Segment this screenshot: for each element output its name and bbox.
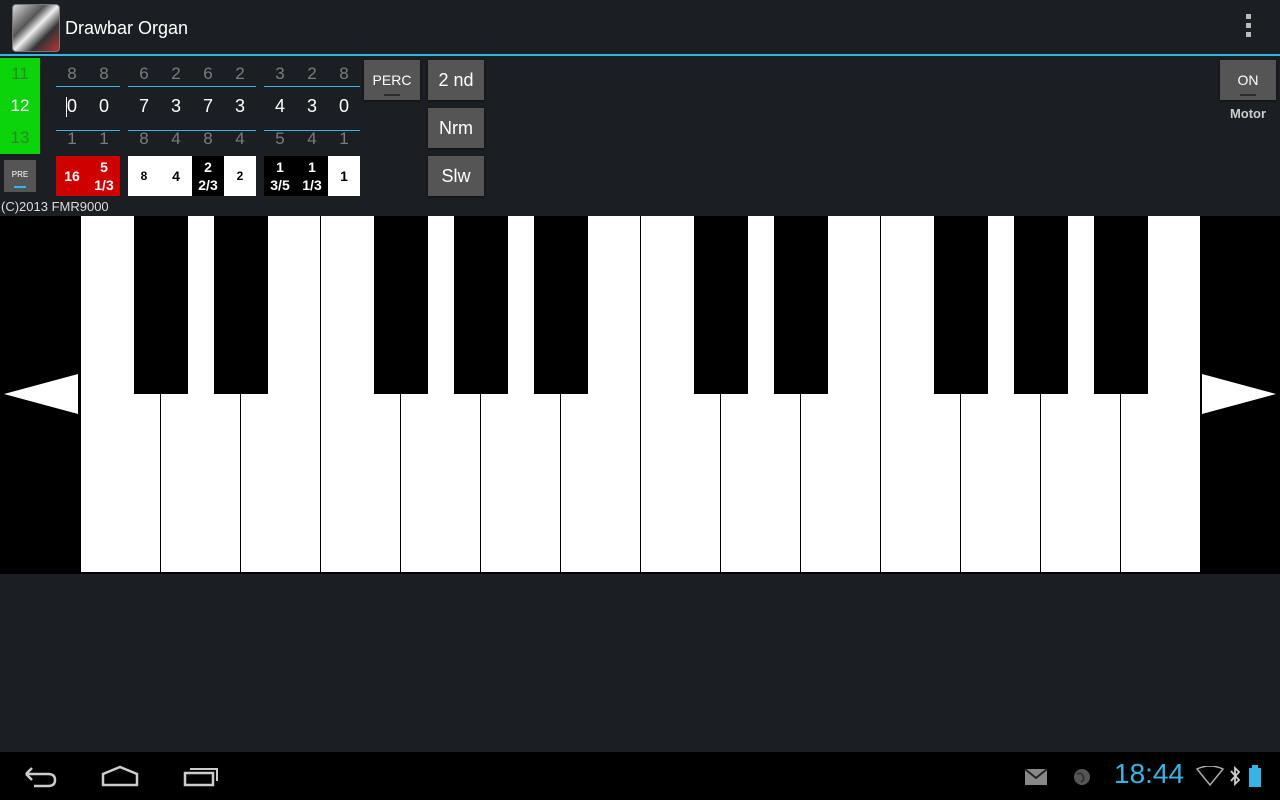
drawbar-value-9[interactable]: 0 [328, 96, 360, 117]
black-key[interactable] [1014, 216, 1068, 394]
drawbar-down-9[interactable]: 1 [328, 129, 360, 149]
home-icon[interactable] [100, 764, 140, 788]
action-bar: Drawbar Organ [0, 0, 1280, 56]
pre-button-label: PRE [11, 170, 29, 179]
drawbar-up-3[interactable]: 6 [128, 64, 160, 84]
drawbar-up-6[interactable]: 2 [224, 64, 256, 84]
motor-toggle-button[interactable]: ON [1220, 60, 1276, 100]
gmail-icon [1024, 768, 1048, 785]
perc-toggle-button[interactable]: PERC [364, 60, 420, 100]
footage-label-9: 1 [328, 156, 360, 196]
black-key[interactable] [1094, 216, 1148, 394]
back-icon[interactable] [22, 764, 58, 790]
drawbar-value-3[interactable]: 7 [128, 96, 160, 117]
black-key[interactable] [214, 216, 268, 394]
drawbar-down-2[interactable]: 1 [88, 129, 120, 149]
slow-speed-button[interactable]: Slw [428, 156, 484, 196]
drawbar-value-2[interactable]: 0 [88, 96, 120, 117]
pre-button[interactable]: PRE [4, 160, 36, 192]
black-key[interactable] [454, 216, 508, 394]
black-key[interactable] [134, 216, 188, 394]
normal-speed-button[interactable]: Nrm [428, 108, 484, 148]
drawbar-up-1[interactable]: 8 [56, 64, 88, 84]
black-key[interactable] [374, 216, 428, 394]
drawbar-value-4[interactable]: 3 [160, 96, 192, 117]
footage-label-6: 2 [224, 156, 256, 196]
footage-label-3: 8 [128, 156, 160, 196]
preset-12-button[interactable]: 12 [0, 90, 40, 122]
black-key[interactable] [534, 216, 588, 394]
drawbar-up-2[interactable]: 8 [88, 64, 120, 84]
preset-13-button[interactable]: 13 [0, 122, 40, 154]
overflow-menu-icon[interactable] [1240, 14, 1256, 42]
drawbar-value-7[interactable]: 4 [264, 96, 296, 117]
drawbar-down-5[interactable]: 8 [192, 129, 224, 149]
footage-label-7: 1 3/5 [264, 156, 296, 196]
footage-label-2: 5 1/3 [88, 156, 120, 196]
recent-apps-icon[interactable] [182, 764, 220, 788]
drawbar-down-4[interactable]: 4 [160, 129, 192, 149]
action-bar-divider [0, 54, 1280, 56]
app-icon[interactable] [12, 4, 60, 52]
wifi-icon [1196, 766, 1224, 786]
footage-label-5: 2 2/3 [192, 156, 224, 196]
copyright-text: (C)2013 FMR9000 [1, 199, 109, 214]
black-key[interactable] [774, 216, 828, 394]
footage-label-1: 16 [56, 156, 88, 196]
app-title: Drawbar Organ [65, 18, 189, 38]
drawbar-up-7[interactable]: 3 [264, 64, 296, 84]
drawbar-down-3[interactable]: 8 [128, 129, 160, 149]
black-key[interactable] [694, 216, 748, 394]
drawbar-value-5[interactable]: 7 [192, 96, 224, 117]
scroll-left-arrow-icon[interactable] [4, 374, 78, 414]
piano-keyboard [0, 216, 1280, 574]
status-clock: 18:44 [1114, 758, 1185, 789]
globe-icon [1074, 769, 1090, 785]
drawbar-down-1[interactable]: 1 [56, 129, 88, 149]
drawbar-value-1[interactable]: 0 [56, 96, 88, 117]
drawbar-group-line [128, 86, 256, 87]
black-key[interactable] [934, 216, 988, 394]
drawbar-value-6[interactable]: 3 [224, 96, 256, 117]
bluetooth-icon [1230, 765, 1241, 787]
drawbar-up-4[interactable]: 2 [160, 64, 192, 84]
drawbar-up-5[interactable]: 6 [192, 64, 224, 84]
scroll-right-arrow-icon[interactable] [1202, 374, 1276, 414]
drawbar-group-line [56, 86, 120, 87]
drawbar-up-8[interactable]: 2 [296, 64, 328, 84]
drawbar-value-8[interactable]: 3 [296, 96, 328, 117]
footage-label-4: 4 [160, 156, 192, 196]
motor-label: Motor [1229, 106, 1267, 121]
second-harmonic-button[interactable]: 2 nd [428, 60, 484, 100]
footage-label-8: 1 1/3 [296, 156, 328, 196]
drawbar-group-line [264, 86, 360, 87]
drawbar-down-7[interactable]: 5 [264, 129, 296, 149]
battery-icon [1249, 765, 1261, 787]
drawbar-down-6[interactable]: 4 [224, 129, 256, 149]
drawbar-up-9[interactable]: 8 [328, 64, 360, 84]
drawbar-down-8[interactable]: 4 [296, 129, 328, 149]
preset-11-button[interactable]: 11 [0, 58, 40, 90]
